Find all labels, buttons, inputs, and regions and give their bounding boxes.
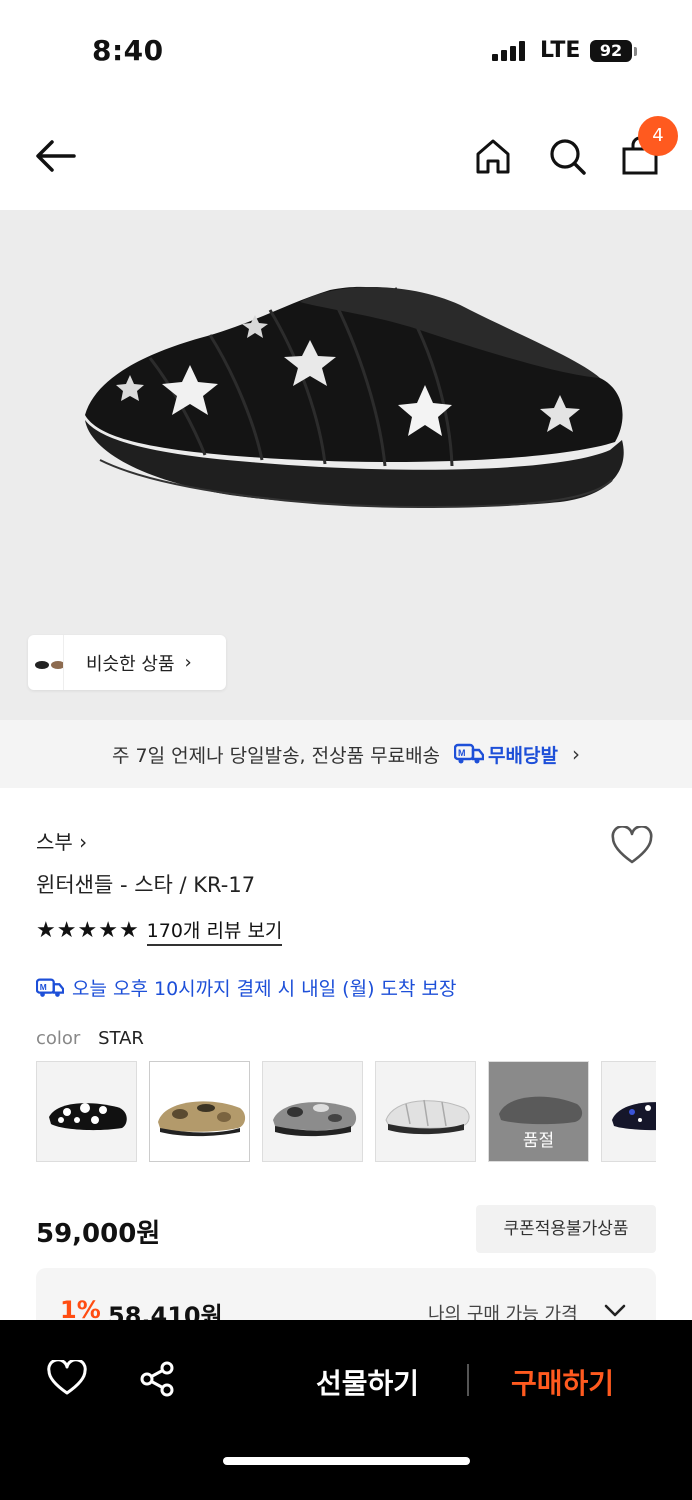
coupon-not-applicable-tag: 쿠폰적용불가상품 [476,1205,656,1253]
similar-thumbnails [28,635,64,690]
brand-link[interactable]: 스부 › [36,826,87,855]
chevron-down-icon [604,1304,626,1317]
free-delivery-label: 무배당발 [488,744,558,767]
reviews-link[interactable]: 170개 리뷰 보기 [146,916,283,946]
divider [467,1364,469,1396]
svg-text:M: M [458,748,466,758]
bottom-action-bar: 선물하기 구매하기 [0,1320,692,1500]
star-icon: ★ [98,918,118,943]
star-icon: ★ [118,918,139,943]
swatch-grey-camo[interactable] [262,1061,363,1162]
battery-tip [634,47,637,56]
star-icon: ★ [77,918,98,943]
swatch-dots[interactable] [36,1061,137,1162]
color-label: color [36,1028,81,1049]
product-title: 윈터샌들 - 스타 / KR-17 [36,873,256,897]
battery-icon: 92 [590,40,632,62]
chevron-right-icon: › [571,742,580,766]
delivery-truck-icon: M [454,743,485,764]
swatch-silver[interactable] [375,1061,476,1162]
svg-text:M: M [40,981,47,991]
heart-icon[interactable] [47,1360,87,1396]
color-value: STAR [98,1028,144,1049]
delivery-truck-icon: M [36,977,64,997]
search-icon[interactable] [547,136,587,176]
color-swatches: 품절 [36,1061,656,1162]
swatch-grey-soldout[interactable]: 품절 [488,1061,589,1162]
delivery-guarantee: M 오늘 오후 10시까지 결제 시 내일 (월) 도착 보장 [36,974,456,1001]
guarantee-text: 오늘 오후 10시까지 결제 시 내일 (월) 도착 보장 [72,978,457,1000]
product-image[interactable]: 비슷한 상품 › [0,210,692,720]
swatch-camo[interactable] [149,1061,250,1162]
status-time: 8:40 [92,34,164,67]
soldout-label: 품절 [522,1131,555,1151]
gift-button[interactable]: 선물하기 [316,1362,419,1402]
rating-stars: ★ ★ ★ ★ ★ [36,917,139,945]
top-nav [0,100,692,210]
back-arrow-icon[interactable] [34,138,78,174]
swatch-navy-dots[interactable] [601,1061,656,1162]
home-icon[interactable] [473,136,513,176]
rating-row: ★ ★ ★ ★ ★ 170개 리뷰 보기 [36,916,283,946]
similar-products-button[interactable]: 비슷한 상품 › [28,635,226,690]
product-price: 59,000원 [36,1219,161,1249]
network-label: LTE [540,38,581,63]
delivery-text: 주 7일 언제나 당일발송, 전상품 무료배송 [112,744,441,767]
delivery-banner[interactable]: 주 7일 언제나 당일발송, 전상품 무료배송 M 무배당발 › [0,720,692,788]
share-icon[interactable] [138,1360,176,1398]
similar-products-label: 비슷한 상품 [86,653,175,675]
wishlist-heart-icon[interactable] [610,826,654,866]
status-bar: 8:40 LTE 92 [0,0,692,100]
star-icon: ★ [56,918,77,943]
home-indicator [223,1457,470,1465]
chevron-right-icon: › [184,652,192,673]
color-selector-label: color STAR [36,1028,144,1049]
signal-icon [492,41,525,61]
free-delivery-brand: M 무배당발 [454,741,558,768]
cart-count-badge: 4 [638,116,678,156]
buy-button[interactable]: 구매하기 [511,1362,614,1402]
star-icon: ★ [36,918,56,943]
